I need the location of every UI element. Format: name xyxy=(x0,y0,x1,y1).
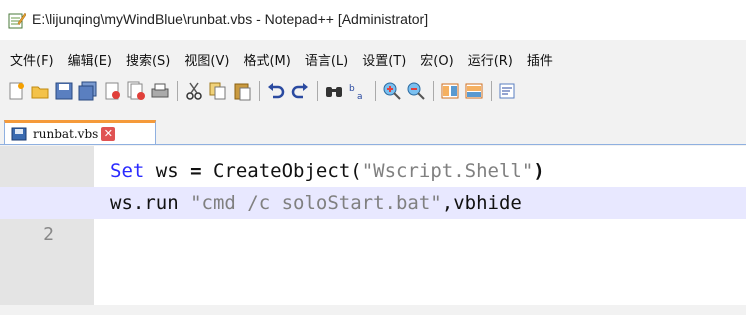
code-token: CreateObject( xyxy=(201,160,362,182)
code-line-2: 2 ws.run "cmd /c soloStart.bat",vbhide xyxy=(0,187,746,245)
menu-view[interactable]: 视图(V) xyxy=(184,50,229,69)
print-icon[interactable] xyxy=(150,81,170,101)
find-icon[interactable] xyxy=(324,81,344,101)
code-token: ws xyxy=(144,160,191,182)
code-editor[interactable]: 1 Set ws = CreateObject("Wscript.Shell")… xyxy=(0,146,746,305)
toolbar-separator xyxy=(375,81,376,101)
open-file-icon[interactable] xyxy=(30,81,50,101)
zoom-in-icon[interactable] xyxy=(382,81,402,101)
menu-macro[interactable]: 宏(O) xyxy=(420,50,453,69)
title-bar: E:\lijunqing\myWindBlue\runbat.vbs - Not… xyxy=(0,0,746,40)
menu-search[interactable]: 搜索(S) xyxy=(126,50,170,69)
cut-icon[interactable] xyxy=(184,81,204,101)
menu-format[interactable]: 格式(M) xyxy=(243,50,290,69)
new-file-icon[interactable] xyxy=(6,81,26,101)
save-icon[interactable] xyxy=(54,81,74,101)
keyword-token: Set xyxy=(110,160,145,182)
close-tab-icon[interactable]: ✕ xyxy=(101,126,116,141)
toolbar: ba xyxy=(0,76,746,106)
sync-h-icon[interactable] xyxy=(464,81,484,101)
tab-bar: runbat.vbs ✕ xyxy=(0,118,746,145)
line-number: 2 xyxy=(43,224,54,245)
sync-v-icon[interactable] xyxy=(440,81,460,101)
menu-plugins[interactable]: 插件 xyxy=(527,50,553,69)
undo-icon[interactable] xyxy=(266,81,286,101)
menu-file[interactable]: 文件(F) xyxy=(10,50,54,69)
close-icon[interactable] xyxy=(102,81,122,101)
operator-token: ) xyxy=(533,160,545,182)
wrap-icon[interactable] xyxy=(498,81,518,101)
toolbar-separator xyxy=(491,81,492,101)
string-token: "cmd /c soloStart.bat" xyxy=(190,192,442,214)
notepad-app-icon xyxy=(8,12,26,29)
menu-settings[interactable]: 设置(T) xyxy=(362,50,406,69)
save-all-icon[interactable] xyxy=(78,81,98,101)
window-title: E:\lijunqing\myWindBlue\runbat.vbs - Not… xyxy=(32,11,429,27)
tab-label: runbat.vbs xyxy=(33,126,99,141)
code-line-1: 1 Set ws = CreateObject("Wscript.Shell") xyxy=(0,155,746,213)
string-token: "Wscript.Shell" xyxy=(361,160,534,182)
paste-icon[interactable] xyxy=(232,81,252,101)
redo-icon[interactable] xyxy=(290,81,310,101)
zoom-out-icon[interactable] xyxy=(406,81,426,101)
file-saved-icon xyxy=(11,127,27,140)
menu-language[interactable]: 语言(L) xyxy=(305,50,348,69)
close-all-icon[interactable] xyxy=(126,81,146,101)
toolbar-separator xyxy=(433,81,434,101)
toolbar-separator xyxy=(177,81,178,101)
code-token: ,vbhide xyxy=(441,192,522,214)
copy-icon[interactable] xyxy=(208,81,228,101)
toolbar-separator xyxy=(317,81,318,101)
replace-icon[interactable]: ba xyxy=(348,81,368,102)
menu-edit[interactable]: 编辑(E) xyxy=(68,50,112,69)
svg-text:b: b xyxy=(349,84,355,94)
toolbar-separator xyxy=(259,81,260,101)
svg-text:a: a xyxy=(357,92,363,101)
code-token: ws.run xyxy=(110,192,191,214)
tab-runbat-vbs[interactable]: runbat.vbs ✕ xyxy=(4,120,156,144)
menu-bar: 文件(F) 编辑(E) 搜索(S) 视图(V) 格式(M) 语言(L) 设置(T… xyxy=(0,46,746,72)
menu-run[interactable]: 运行(R) xyxy=(468,50,513,69)
operator-token: = xyxy=(190,160,202,182)
